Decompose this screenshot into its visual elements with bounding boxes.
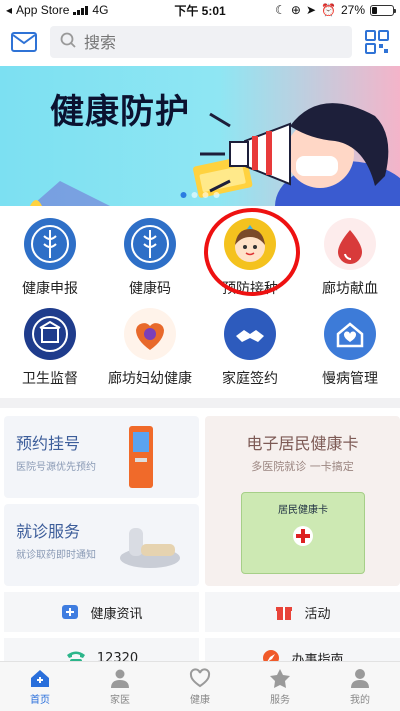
- lock-icon: ⊕: [290, 3, 301, 17]
- star-icon: [270, 668, 290, 688]
- user-icon: [351, 668, 369, 688]
- medical-device-illustration: [120, 528, 180, 568]
- row-activities[interactable]: 活动: [205, 592, 400, 632]
- back-arrow-icon[interactable]: ◂: [6, 3, 12, 17]
- card-title: 预约挂号: [16, 434, 81, 453]
- service-health-supervision[interactable]: 卫生监督: [0, 304, 100, 394]
- mail-icon[interactable]: [10, 28, 38, 56]
- tab-health[interactable]: 健康: [160, 662, 240, 711]
- news-plus-icon: [62, 605, 79, 619]
- service-label: 慢病管理: [322, 371, 378, 387]
- location-icon: ➤: [305, 3, 317, 17]
- red-cross-icon: [293, 526, 313, 546]
- card-title: 电子居民健康卡: [246, 434, 359, 453]
- feature-cards: 预约挂号 医院号源优先预约 电子居民健康卡 多医院就诊 一卡搞定 居民健康卡 就…: [0, 408, 400, 586]
- health-card-card[interactable]: 电子居民健康卡 多医院就诊 一卡搞定 居民健康卡: [205, 416, 400, 586]
- gift-icon: [276, 607, 293, 620]
- service-label: 廊坊妇幼健康: [108, 371, 192, 387]
- service-blood-donation[interactable]: 廊坊献血: [300, 214, 400, 304]
- appointment-card[interactable]: 预约挂号 医院号源优先预约: [4, 416, 199, 498]
- row-label: 健康资讯: [90, 606, 143, 622]
- service-label: 健康码: [129, 281, 171, 297]
- health-card-image: 居民健康卡: [241, 492, 365, 574]
- tab-services[interactable]: 服务: [240, 662, 320, 711]
- card-subtitle: 多医院就诊 一卡搞定: [251, 460, 354, 473]
- tab-label: 家医: [110, 694, 130, 706]
- top-header: [0, 20, 400, 64]
- hospital-emblem-icon: [124, 218, 176, 270]
- card-title: 就诊服务: [16, 522, 81, 541]
- service-health-code[interactable]: 健康码: [100, 214, 200, 304]
- service-vaccination[interactable]: 预防接种: [200, 208, 300, 304]
- row-label: 活动: [304, 606, 331, 622]
- service-label: 卫生监督: [22, 371, 78, 387]
- signal-icon: [73, 5, 89, 15]
- visit-service-card[interactable]: 就诊服务 就诊取药即时通知: [4, 504, 199, 586]
- card-subtitle: 医院号源优先预约: [16, 462, 96, 473]
- service-grid: 健康申报 健康码 预防接种 廊坊献血 卫生监督 廊坊妇幼健康 家庭签约 慢病管理: [0, 206, 400, 398]
- handshake-icon: [224, 308, 276, 360]
- network-label: 4G: [92, 3, 109, 17]
- kiosk-illustration: [129, 426, 153, 488]
- blood-drop-icon: [324, 218, 376, 270]
- battery-percent: 27%: [340, 3, 365, 17]
- service-maternal-child[interactable]: 廊坊妇幼健康: [100, 304, 200, 394]
- search-input[interactable]: [84, 32, 342, 52]
- home-icon: [31, 669, 49, 687]
- card-subtitle: 就诊取药即时通知: [16, 550, 96, 561]
- tab-label: 首页: [30, 694, 50, 706]
- tab-label: 服务: [270, 694, 290, 706]
- bottom-tab-bar: 首页 家医 健康 服务 我的: [0, 661, 400, 711]
- carrier-label: App Store: [16, 3, 70, 17]
- service-chronic-disease[interactable]: 慢病管理: [300, 304, 400, 394]
- search-icon: [60, 32, 76, 53]
- child-face-icon: [224, 218, 276, 270]
- alarm-icon: ⏰: [321, 3, 336, 17]
- search-bar[interactable]: [50, 26, 352, 58]
- service-label: 预防接种: [222, 281, 278, 297]
- health-card-label: 居民健康卡: [278, 505, 328, 516]
- banner-title: 健康防护: [50, 92, 190, 132]
- service-label: 健康申报: [22, 281, 78, 297]
- promo-banner[interactable]: 健康防护: [0, 66, 400, 206]
- service-family-contract[interactable]: 家庭签约: [200, 304, 300, 394]
- house-heart-icon: [324, 308, 376, 360]
- pager-dot[interactable]: [202, 192, 209, 198]
- doctor-icon: [111, 669, 129, 688]
- battery-icon: [370, 4, 396, 16]
- service-health-declaration[interactable]: 健康申报: [0, 214, 100, 304]
- pager-dot[interactable]: [191, 192, 198, 198]
- heart-icon: [189, 667, 211, 687]
- service-label: 家庭签约: [222, 371, 278, 387]
- row-health-news[interactable]: 健康资讯: [4, 592, 199, 632]
- pager-dot[interactable]: [180, 192, 187, 198]
- tab-label: 我的: [350, 694, 370, 706]
- mother-child-icon: [124, 308, 176, 360]
- tab-family-doctor[interactable]: 家医: [80, 662, 160, 711]
- hospital-emblem-icon: [24, 218, 76, 270]
- pager-dot[interactable]: [213, 192, 220, 198]
- status-bar: ◂ App Store 4G 下午 5:01 ☾ ⊕ ➤ ⏰ 27%: [0, 0, 400, 20]
- tab-home[interactable]: 首页: [0, 662, 80, 711]
- moon-icon: ☾: [275, 3, 286, 17]
- tab-profile[interactable]: 我的: [320, 662, 400, 711]
- banner-pager: [180, 192, 220, 198]
- section-divider: [0, 398, 400, 408]
- service-label: 廊坊献血: [322, 281, 378, 297]
- qr-scan-icon[interactable]: [364, 29, 390, 55]
- shield-emblem-icon: [24, 308, 76, 360]
- tab-label: 健康: [190, 694, 210, 706]
